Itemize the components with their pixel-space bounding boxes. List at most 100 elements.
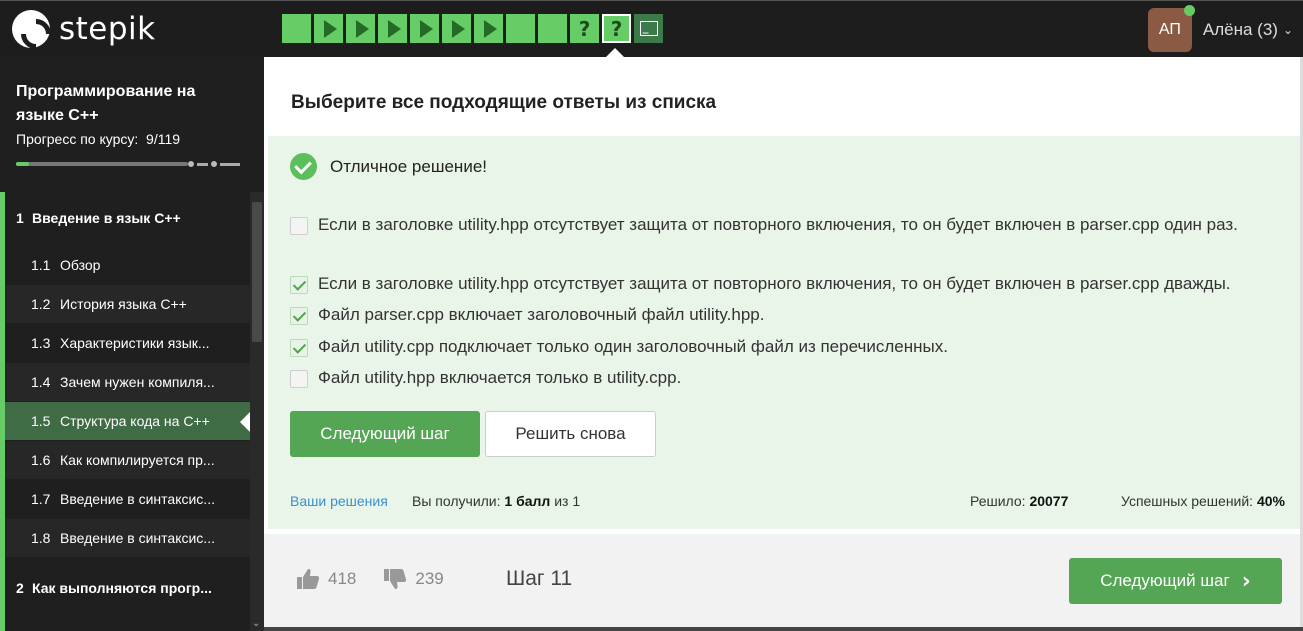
checkbox-checked[interactable] <box>290 339 308 357</box>
step-footer: 418 239 Шаг 11 Следующий шаг › <box>264 534 1303 631</box>
rating: 418 239 <box>296 568 471 590</box>
scroll-down-icon[interactable]: ⌄ <box>252 618 260 629</box>
progress-value: 9/119 <box>146 131 181 147</box>
stepik-logo-icon <box>12 10 50 48</box>
question-icon: ? <box>578 16 591 41</box>
lesson-name: Как компилируется пр... <box>60 452 215 468</box>
success-value: 40% <box>1256 493 1285 509</box>
step-quiz-button[interactable]: ? <box>570 14 599 43</box>
lesson-number: 1.1 <box>31 257 51 273</box>
step-code-button[interactable]: _ <box>634 14 663 43</box>
course-progress-text: Прогресс по курсу: 9/119 <box>16 131 180 147</box>
section-number: 2 <box>16 580 24 596</box>
next-step-button[interactable]: Следующий шаг <box>290 411 480 457</box>
lesson-item[interactable]: 1.4 Зачем нужен компиля... <box>5 363 250 401</box>
lesson-name: Структура кода на С++ <box>60 413 210 429</box>
step-content: Выберите все подходящие ответы из списка… <box>264 57 1303 631</box>
bottom-divider <box>264 627 1303 631</box>
step-label: Шаг 11 <box>506 567 573 590</box>
lesson-number: 1.4 <box>31 374 51 390</box>
play-icon <box>451 19 465 38</box>
step-navigation: ?? _ <box>282 14 663 43</box>
lesson-item[interactable]: 1.1 Обзор <box>5 246 250 284</box>
sidebar-scrollbar[interactable]: ⌄ <box>250 192 264 631</box>
progress-segment <box>197 162 208 166</box>
answer-option-text: Если в заголовке utility.hpp отсутствует… <box>318 215 1238 234</box>
score-prefix: Вы получили: <box>412 493 501 509</box>
your-solutions-link[interactable]: Ваши решения <box>290 493 388 509</box>
course-sidebar: Программирование на языке С++ Прогресс п… <box>0 57 264 631</box>
lesson-item[interactable]: 1.5 Структура кода на С++ <box>5 402 250 440</box>
user-menu[interactable]: АП Алёна (3) ⌄ <box>1147 5 1293 52</box>
thumbs-up-icon[interactable] <box>296 568 320 590</box>
lesson-item[interactable]: 1.7 Введение в синтаксис... <box>5 480 250 518</box>
success-rate: Успешных решений: 40% <box>1121 493 1285 509</box>
lesson-name: Введение в синтаксис... <box>60 491 215 507</box>
checkbox-checked[interactable] <box>290 307 308 325</box>
retry-button[interactable]: Решить снова <box>485 411 656 457</box>
step-text-button[interactable] <box>506 14 535 43</box>
progress-dots <box>188 161 240 167</box>
result-message: Отличное решение! <box>330 156 487 176</box>
checkbox-unchecked[interactable] <box>290 217 308 235</box>
dislikes-count: 239 <box>415 569 444 588</box>
chevron-down-icon[interactable]: ⌄ <box>1283 23 1293 37</box>
play-icon <box>483 19 497 38</box>
likes-count: 418 <box>328 569 357 588</box>
checkbox-unchecked[interactable] <box>290 370 308 388</box>
scrollbar-thumb[interactable] <box>252 202 262 342</box>
answer-option[interactable]: Файл utility.cpp подключает только один … <box>290 337 1290 361</box>
progress-fill <box>16 162 29 166</box>
play-icon <box>387 19 401 38</box>
checkbox-checked[interactable] <box>290 276 308 294</box>
step-video-button[interactable] <box>474 14 503 43</box>
answer-option[interactable]: Файл utility.hpp включается только в uti… <box>290 368 1290 392</box>
course-title[interactable]: Программирование на языке С++ <box>16 80 246 128</box>
question-title: Выберите все подходящие ответы из списка <box>291 92 717 113</box>
progress-segment <box>220 162 240 166</box>
solved-count: Решило: 20077 <box>970 493 1068 509</box>
thumbs-down-icon[interactable] <box>383 568 407 590</box>
lesson-number: 1.8 <box>31 530 51 546</box>
progress-label: Прогресс по курсу: <box>16 131 139 147</box>
logo-text: stepik <box>59 11 156 47</box>
lesson-name: История языка C++ <box>60 296 187 312</box>
step-quiz-button[interactable]: ? <box>602 14 631 43</box>
step-video-button[interactable] <box>442 14 471 43</box>
answer-option[interactable]: Если в заголовке utility.hpp отсутствует… <box>290 274 1290 298</box>
lesson-item[interactable]: 1.6 Как компилируется пр... <box>5 441 250 479</box>
section-name: Введение в язык С++ <box>32 210 181 226</box>
lesson-name: Зачем нужен компиля... <box>60 374 215 390</box>
question-icon: ? <box>610 16 623 41</box>
footer-next-label: Следующий шаг <box>1100 571 1230 590</box>
stepik-logo[interactable]: stepik <box>12 10 156 48</box>
online-status-icon <box>1183 5 1195 16</box>
play-icon <box>419 19 433 38</box>
lesson-item[interactable]: 1.3 Характеристики язык... <box>5 324 250 362</box>
section-number: 1 <box>16 210 24 226</box>
chevron-right-icon: › <box>1241 568 1251 594</box>
score-text: Вы получили: 1 балл из 1 <box>412 493 580 509</box>
solved-label: Решило: <box>970 493 1026 509</box>
answer-option[interactable]: Если в заголовке utility.hpp отсутствует… <box>290 215 1290 239</box>
avatar[interactable]: АП <box>1147 5 1195 52</box>
lesson-item[interactable]: 1.2 История языка C++ <box>5 285 250 323</box>
step-video-button[interactable] <box>346 14 375 43</box>
user-name[interactable]: Алёна (3) <box>1203 20 1278 40</box>
answer-option[interactable]: Файл parser.cpp включает заголовочный фа… <box>290 305 1290 329</box>
step-text-button[interactable] <box>538 14 567 43</box>
lesson-number: 1.7 <box>31 491 51 507</box>
progress-dot <box>211 161 217 167</box>
play-icon <box>355 19 369 38</box>
answer-option-text: Файл utility.hpp включается только в uti… <box>318 368 682 387</box>
step-video-button[interactable] <box>378 14 407 43</box>
success-label: Успешных решений: <box>1120 493 1254 509</box>
lesson-number: 1.5 <box>31 413 51 429</box>
lesson-name: Характеристики язык... <box>60 335 210 351</box>
step-text-button[interactable] <box>282 14 311 43</box>
footer-next-step-button[interactable]: Следующий шаг › <box>1069 558 1282 604</box>
step-video-button[interactable] <box>410 14 439 43</box>
step-video-button[interactable] <box>314 14 343 43</box>
lesson-item[interactable]: 1.8 Введение в синтаксис... <box>5 519 250 557</box>
progress-dot <box>188 161 194 167</box>
